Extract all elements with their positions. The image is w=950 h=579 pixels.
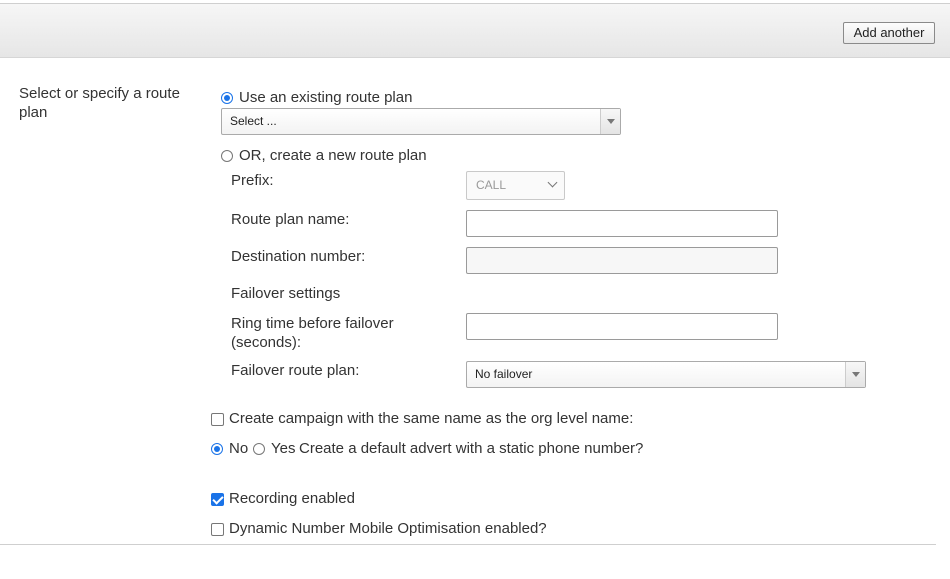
campaign-label: Create campaign with the same name as th…: [229, 410, 634, 427]
advert-no-label: No: [229, 440, 249, 457]
advert-no-radio[interactable]: [211, 443, 223, 455]
existing-route-plan-select[interactable]: Select ...: [221, 108, 621, 135]
ring-time-input[interactable]: [466, 313, 778, 340]
destination-number-input[interactable]: [466, 247, 778, 274]
recording-label: Recording enabled: [229, 490, 355, 507]
chevron-down-icon: [600, 109, 620, 134]
prefix-label: Prefix:: [231, 172, 274, 189]
create-new-radio[interactable]: [221, 150, 233, 162]
ring-time-label: Ring time before failover (seconds):: [231, 315, 394, 351]
failover-route-plan-label: Failover route plan:: [231, 362, 360, 379]
dynamic-number-checkbox[interactable]: [211, 523, 224, 536]
use-existing-radio[interactable]: [221, 92, 233, 104]
campaign-checkbox[interactable]: [211, 413, 224, 426]
failover-settings-heading: Failover settings: [231, 285, 341, 302]
bottom-divider: [0, 544, 936, 545]
advert-yes-label: Yes: [271, 440, 296, 457]
toolbar: [0, 4, 950, 58]
failover-route-plan-select[interactable]: No failover: [466, 361, 866, 388]
add-another-button[interactable]: Add another: [843, 22, 935, 44]
prefix-value: CALL: [476, 178, 507, 192]
advert-question-label: Create a default advert with a static ph…: [299, 440, 644, 457]
existing-route-plan-value: Select ...: [230, 114, 277, 128]
route-plan-name-input[interactable]: [466, 210, 778, 237]
failover-route-plan-value: No failover: [475, 367, 533, 381]
dynamic-number-label: Dynamic Number Mobile Optimisation enabl…: [229, 520, 547, 537]
destination-number-label: Destination number:: [231, 248, 366, 265]
prefix-select[interactable]: CALL: [466, 171, 565, 200]
advert-yes-radio[interactable]: [253, 443, 265, 455]
recording-checkbox[interactable]: [211, 493, 224, 506]
chevron-down-icon: [547, 177, 558, 188]
chevron-down-icon: [845, 362, 865, 387]
use-existing-label: Use an existing route plan: [239, 89, 413, 106]
section-label: Select or specify a route plan: [19, 85, 180, 121]
create-new-label: OR, create a new route plan: [239, 147, 427, 164]
route-plan-name-label: Route plan name:: [231, 211, 350, 228]
